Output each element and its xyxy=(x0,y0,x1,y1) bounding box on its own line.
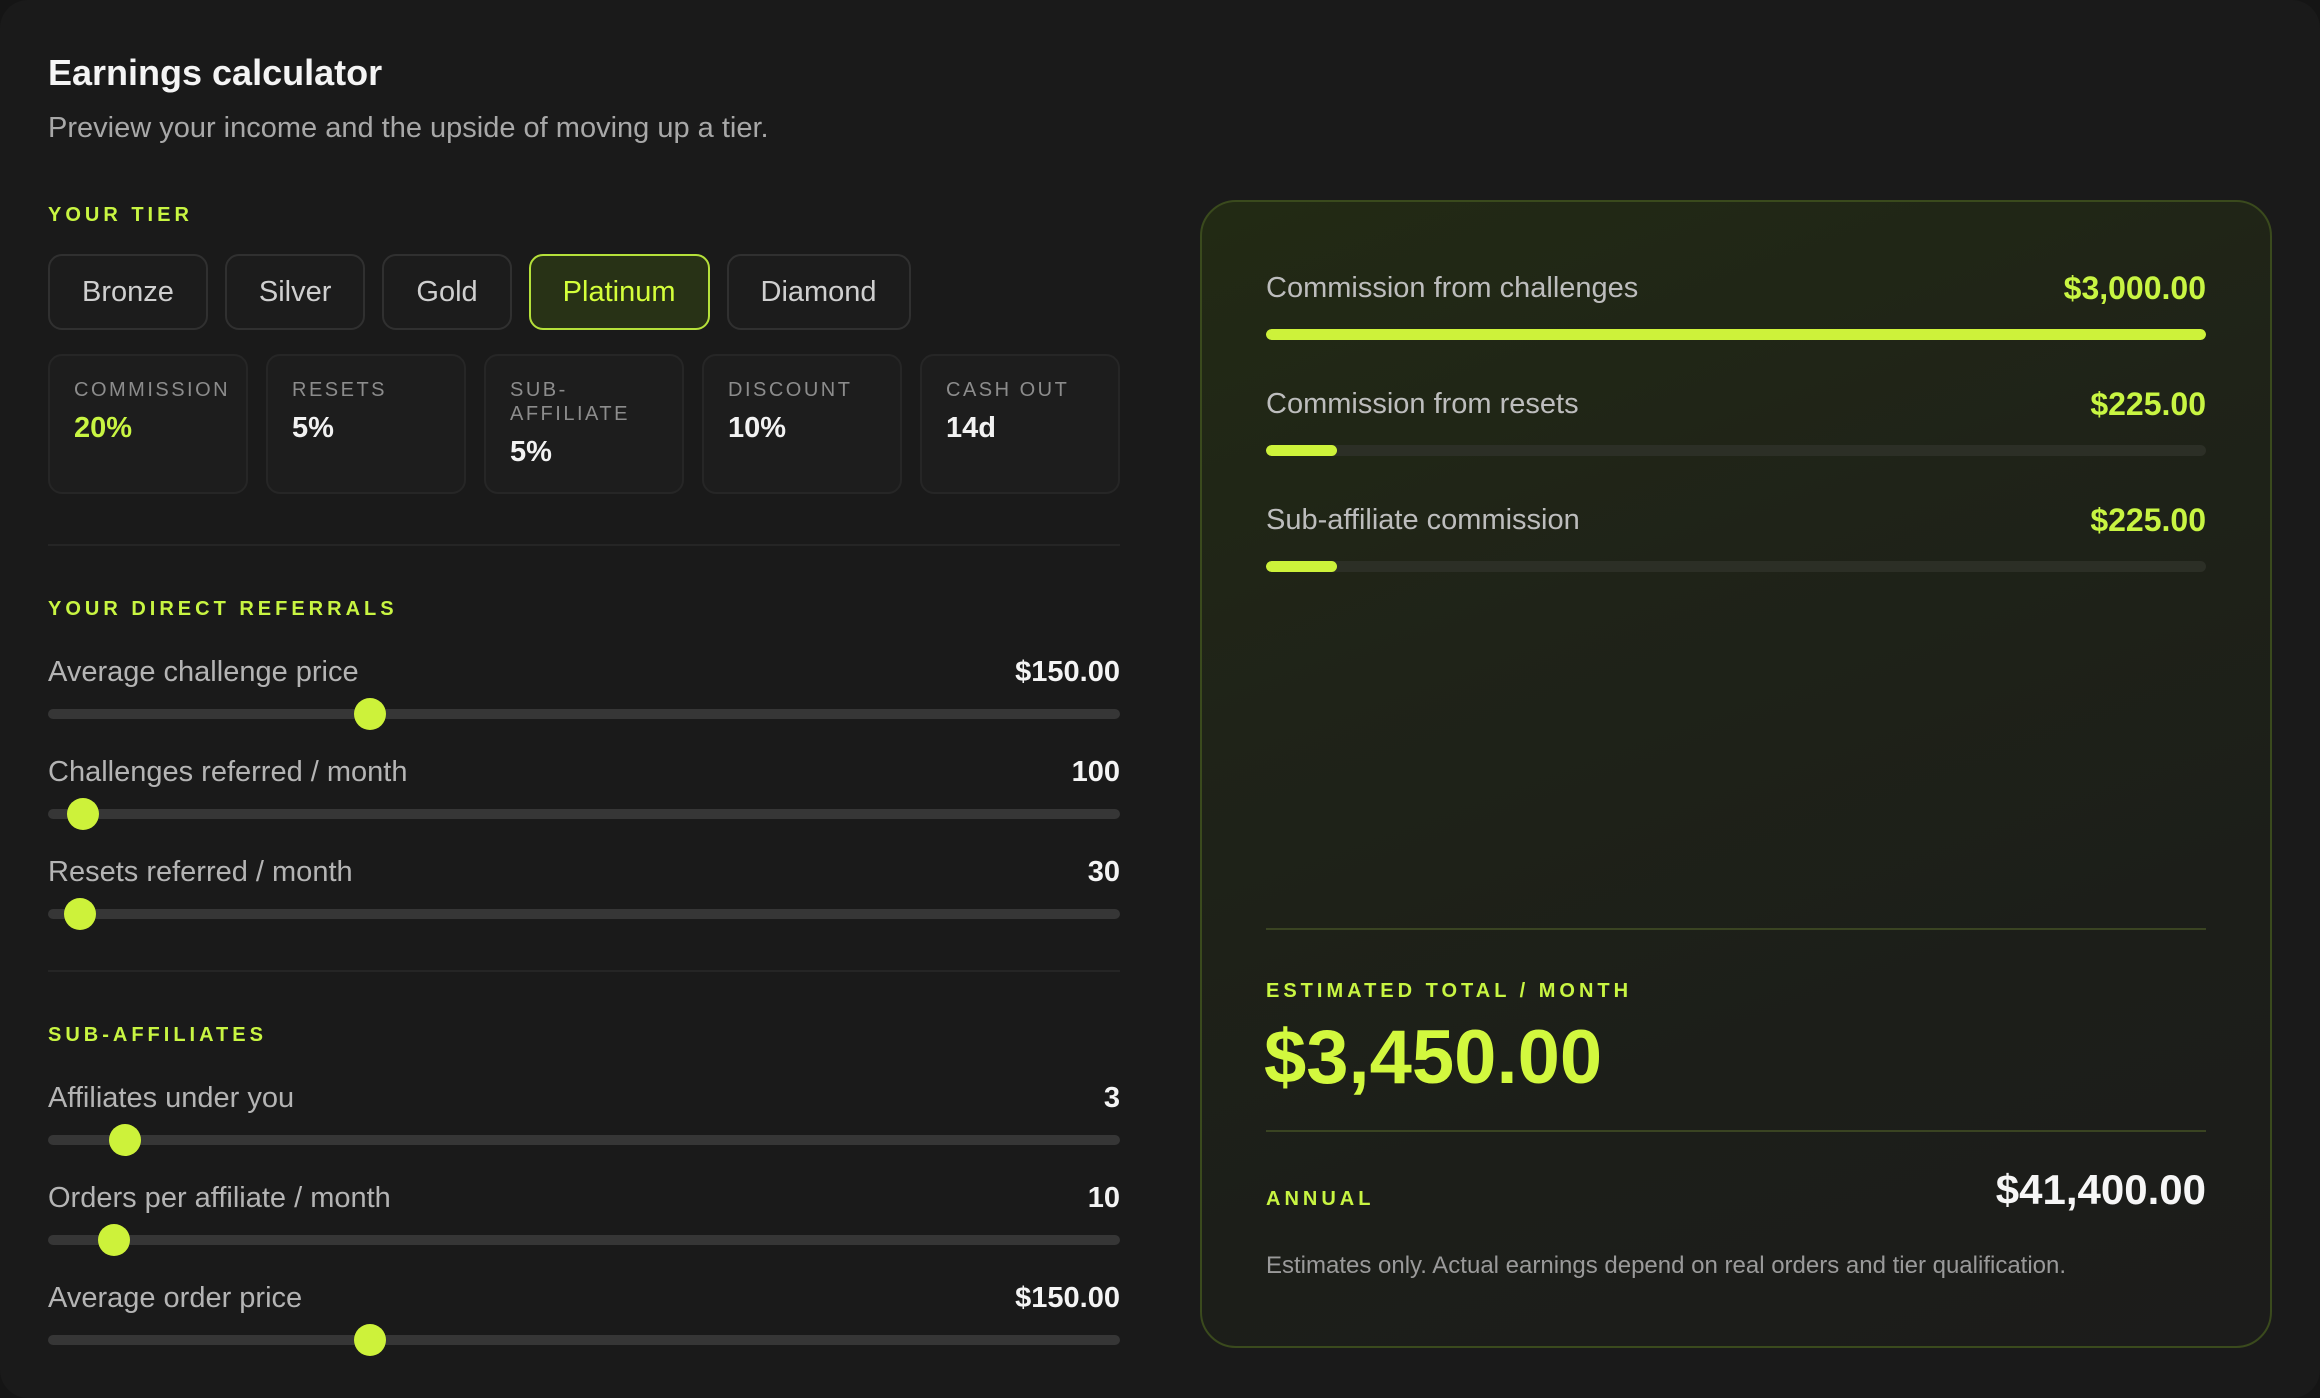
slider-label: Challenges referred / month xyxy=(48,756,408,788)
stat-label: SUB- AFFILIATE xyxy=(510,379,630,425)
slider-thumb[interactable] xyxy=(67,798,100,830)
breakdown-bar-track xyxy=(1266,561,2206,572)
slider-value: $150.00 xyxy=(1015,656,1120,688)
stat-value: 20% xyxy=(74,412,133,444)
breakdown-bar-track xyxy=(1266,329,2206,340)
slider-value: 100 xyxy=(1071,756,1120,788)
slider-thumb[interactable] xyxy=(353,1324,386,1356)
tier-platinum-button[interactable]: Platinum xyxy=(528,254,710,330)
slider-thumb[interactable] xyxy=(353,698,386,730)
slider-average-order-price: Average order price $150.00 xyxy=(48,1282,1120,1356)
stat-label: RESETS xyxy=(292,379,388,401)
slider-thumb[interactable] xyxy=(109,1124,142,1156)
breakdown-sub-affiliate: Sub-affiliate commission $225.00 xyxy=(1266,502,2206,572)
stat-label: COMMISSION xyxy=(74,379,231,401)
stat-label: CASH OUT xyxy=(946,379,1070,401)
slider-affiliates-under-you: Affiliates under you 3 xyxy=(48,1082,1120,1156)
slider-track[interactable] xyxy=(48,898,1120,930)
results-panel: Commission from challenges $3,000.00 Com… xyxy=(1200,200,2272,1348)
tier-gold-button[interactable]: Gold xyxy=(382,254,512,330)
breakdown-label: Commission from resets xyxy=(1266,388,1579,420)
breakdown-bar-track xyxy=(1266,445,2206,456)
slider-thumb[interactable] xyxy=(64,898,97,930)
breakdown-value: $225.00 xyxy=(2090,386,2206,422)
breakdown-resets: Commission from resets $225.00 xyxy=(1266,386,2206,456)
breakdown-label: Commission from challenges xyxy=(1266,272,1639,304)
stat-cash-out: CASH OUT 14d xyxy=(920,354,1120,494)
stat-value: 5% xyxy=(510,436,552,468)
section-divider xyxy=(48,544,1120,546)
breakdown-bar-fill xyxy=(1266,329,2206,340)
tier-silver-button[interactable]: Silver xyxy=(224,254,366,330)
breakdown-value: $3,000.00 xyxy=(2063,270,2206,306)
disclaimer-text: Estimates only. Actual earnings depend o… xyxy=(1266,1252,2067,1279)
breakdown-bar-fill xyxy=(1266,445,1337,456)
stat-resets: RESETS 5% xyxy=(266,354,466,494)
tier-section-label: YOUR TIER xyxy=(48,204,193,226)
slider-value: 3 xyxy=(1103,1082,1120,1114)
slider-label: Average challenge price xyxy=(48,656,359,688)
estimated-total-value: $3,450.00 xyxy=(1264,1015,1603,1100)
panel-divider xyxy=(1266,928,2206,930)
stat-commission: COMMISSION 20% xyxy=(48,354,248,494)
slider-orders-per-affiliate: Orders per affiliate / month 10 xyxy=(48,1182,1120,1256)
breakdown-value: $225.00 xyxy=(2090,502,2206,538)
breakdown-bar-fill xyxy=(1266,561,1337,572)
direct-referrals-label: YOUR DIRECT REFERRALS xyxy=(48,598,398,620)
tier-stats: COMMISSION 20% RESETS 5% SUB- AFFILIATE … xyxy=(48,354,1120,494)
tier-bronze-button[interactable]: Bronze xyxy=(48,254,208,330)
slider-average-challenge-price: Average challenge price $150.00 xyxy=(48,656,1120,730)
stat-value: 10% xyxy=(728,412,787,444)
sub-affiliates-label: SUB-AFFILIATES xyxy=(48,1024,267,1046)
slider-label: Orders per affiliate / month xyxy=(48,1182,391,1214)
slider-label: Affiliates under you xyxy=(48,1082,295,1114)
annual-value: $41,400.00 xyxy=(1995,1166,2206,1213)
tier-diamond-button[interactable]: Diamond xyxy=(726,254,911,330)
stat-discount: DISCOUNT 10% xyxy=(702,354,902,494)
slider-value: 30 xyxy=(1087,856,1120,888)
page-title: Earnings calculator xyxy=(48,52,383,93)
slider-track[interactable] xyxy=(48,698,1120,730)
slider-track[interactable] xyxy=(48,798,1120,830)
section-divider xyxy=(48,970,1120,972)
slider-track[interactable] xyxy=(48,1124,1120,1156)
tier-selector: Bronze Silver Gold Platinum Diamond xyxy=(48,254,911,330)
stat-value: 14d xyxy=(946,412,996,444)
slider-value: 10 xyxy=(1087,1182,1120,1214)
page-subtitle: Preview your income and the upside of mo… xyxy=(48,112,769,144)
slider-track[interactable] xyxy=(48,1324,1120,1356)
stat-sub-affiliate: SUB- AFFILIATE 5% xyxy=(484,354,684,494)
earnings-calculator: Earnings calculator Preview your income … xyxy=(0,0,2320,1398)
panel-divider xyxy=(1266,1130,2206,1132)
slider-value: $150.00 xyxy=(1015,1282,1120,1314)
stat-value: 5% xyxy=(292,412,334,444)
stat-label: DISCOUNT xyxy=(728,379,853,401)
slider-label: Average order price xyxy=(48,1282,303,1314)
annual-label: ANNUAL xyxy=(1266,1188,1375,1210)
slider-challenges-referred: Challenges referred / month 100 xyxy=(48,756,1120,830)
estimated-total-label: ESTIMATED TOTAL / MONTH xyxy=(1266,980,1633,1002)
slider-resets-referred: Resets referred / month 30 xyxy=(48,856,1120,930)
slider-track[interactable] xyxy=(48,1224,1120,1256)
slider-label: Resets referred / month xyxy=(48,856,353,888)
breakdown-challenges: Commission from challenges $3,000.00 xyxy=(1266,270,2206,340)
slider-thumb[interactable] xyxy=(98,1224,131,1256)
breakdown-label: Sub-affiliate commission xyxy=(1266,504,1580,536)
